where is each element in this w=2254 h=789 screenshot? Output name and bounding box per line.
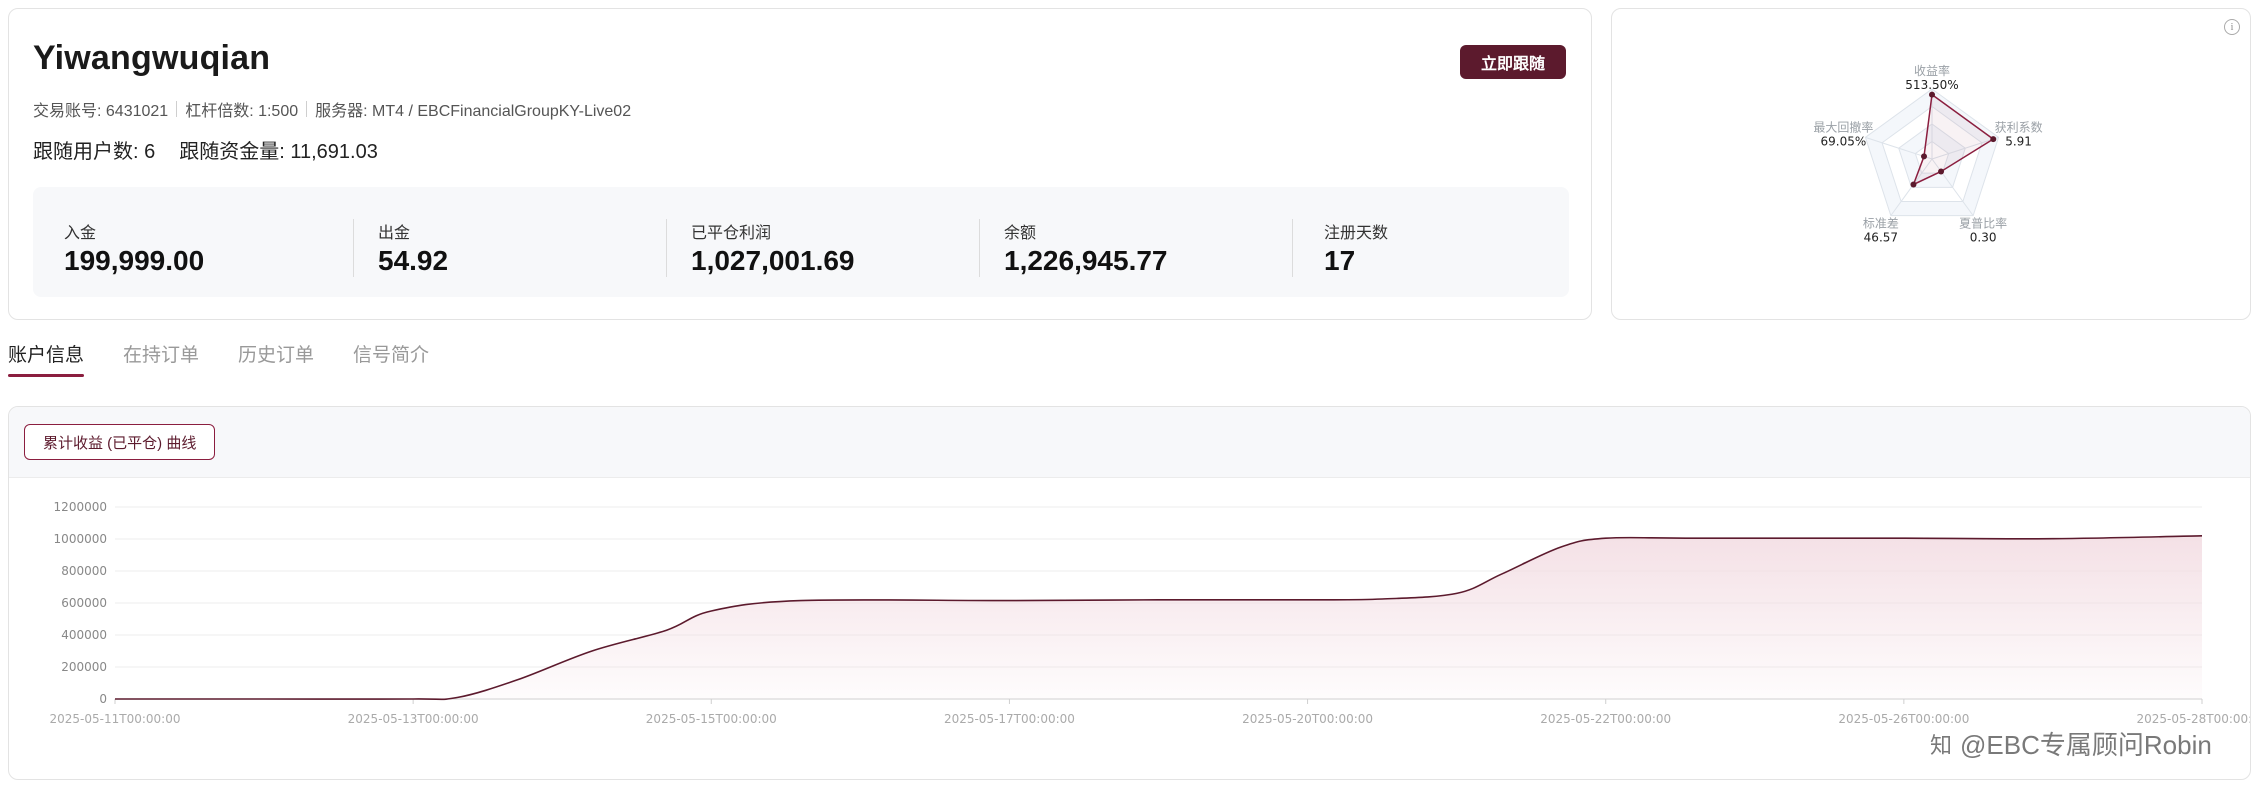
follower-count: 跟随用户数: 6 xyxy=(33,141,156,163)
radar-point xyxy=(1938,168,1945,175)
stat-value: 1,027,001.69 xyxy=(691,245,855,276)
zhihu-icon: 知 xyxy=(1930,732,1953,758)
radar-point xyxy=(1929,91,1935,98)
radar-chart: 收益率513.50% 获利系数5.91 夏普比率0.30 标准差46.57 最大回撤率6… xyxy=(1813,63,2043,245)
watermark: 知 @EBC专属顾问Robin xyxy=(1930,725,2212,762)
tab-open-orders[interactable]: 在持订单 xyxy=(123,340,199,377)
radar-point xyxy=(1921,153,1928,160)
radar-axis-label: 获利系数 xyxy=(1995,119,2043,134)
watermark-text: @EBC专属顾问Robin xyxy=(1960,730,2212,760)
account-name: Yiwangwuqian xyxy=(33,39,271,77)
radar-axis-value: 46.57 xyxy=(1864,231,1898,245)
x-tick-label: 2025-05-11T00:00:00 xyxy=(50,712,181,726)
profit-curve-card: 累计收益 (已平仓) 曲线 0 200000 400000 600000 800000 1… xyxy=(8,406,2251,780)
y-tick-label: 1200000 xyxy=(54,500,107,514)
info-icon[interactable]: i xyxy=(2224,19,2240,35)
tab-account-info[interactable]: 账户信息 xyxy=(8,340,85,377)
divider xyxy=(666,219,667,277)
radar-axis-label: 最大回撤率 xyxy=(1813,119,1873,134)
divider xyxy=(1292,219,1293,277)
radar-axis-value: 0.30 xyxy=(1970,231,1997,245)
divider xyxy=(353,219,354,277)
radar-axis-label: 收益率 xyxy=(1914,63,1950,78)
stat-label: 注册天数 xyxy=(1324,225,1389,242)
follow-funds: 跟随资金量: 11,691.03 xyxy=(179,141,378,163)
stat-label: 出金 xyxy=(378,225,411,242)
y-tick-label: 0 xyxy=(99,692,107,706)
y-tick-label: 400000 xyxy=(61,628,107,642)
radar-axis-value: 5.91 xyxy=(2005,134,2032,148)
account-meta: 交易账号: 6431021 杠杆倍数: 1:500 服务器: MT4 / EBC… xyxy=(33,97,631,121)
radar-axis-label: 夏普比率 xyxy=(1959,216,2007,231)
follow-summary: 跟随用户数: 6 跟随资金量: 11,691.03 xyxy=(33,135,378,164)
y-tick-label: 800000 xyxy=(61,564,107,578)
y-tick-label: 600000 xyxy=(61,596,107,610)
tab-history-orders[interactable]: 历史订单 xyxy=(238,340,314,377)
divider xyxy=(176,101,178,117)
stat-label: 已平仓利润 xyxy=(691,225,772,242)
x-tick-label: 2025-05-20T00:00:00 xyxy=(1242,712,1373,726)
divider xyxy=(979,219,980,277)
radar-axis-label: 标准差 xyxy=(1863,217,1899,231)
profit-curve-chart: 0 200000 400000 600000 800000 1000000 1200000 2… xyxy=(50,500,2251,726)
radar-point xyxy=(1910,181,1917,188)
tab-bar: 账户信息 在持订单 历史订单 信号简介 xyxy=(8,340,429,377)
x-tick-label: 2025-05-13T00:00:00 xyxy=(348,712,479,726)
stat-label: 入金 xyxy=(64,225,97,242)
radar-card: i 收益率 513.50% 获利系数 5.91 夏普比率 0.30 标准差 46.57 最大回撤… xyxy=(1611,8,2251,320)
profit-area-fill xyxy=(115,535,2202,700)
y-tick-label: 200000 xyxy=(61,660,107,674)
server: 服务器: MT4 / EBCFinancialGroupKY-Live02 xyxy=(315,103,632,120)
tab-signal-intro[interactable]: 信号简介 xyxy=(353,340,429,377)
stat-value: 199,999.00 xyxy=(64,245,205,276)
x-tick-label: 2025-05-17T00:00:00 xyxy=(944,712,1075,726)
stat-value: 17 xyxy=(1324,245,1356,276)
x-tick-label: 2025-05-15T00:00:00 xyxy=(646,712,777,726)
y-tick-label: 1000000 xyxy=(54,532,107,546)
stats-panel: 入金 199,999.00 出金 54.92 已平仓利润 1,027,001.6… xyxy=(33,187,1569,297)
radar-axis-value: 69.05% xyxy=(1821,134,1867,148)
stat-value: 1,226,945.77 xyxy=(1004,245,1168,276)
divider xyxy=(306,101,308,117)
stat-label: 余额 xyxy=(1004,225,1037,242)
trade-account-number: 交易账号: 6431021 xyxy=(33,103,169,120)
stat-value: 54.92 xyxy=(378,245,449,276)
x-tick-label: 2025-05-22T00:00:00 xyxy=(1540,712,1671,726)
x-tick-label: 2025-05-28T00:00:00 xyxy=(2137,712,2251,726)
x-tick-label: 2025-05-26T00:00:00 xyxy=(1838,712,1969,726)
leverage: 杠杆倍数: 1:500 xyxy=(185,103,299,120)
account-info-card: Yiwangwuqian 立即跟随 交易账号: 6431021 杠杆倍数: 1:… xyxy=(8,8,1592,320)
radar-point xyxy=(1990,136,1997,143)
follow-now-button[interactable]: 立即跟随 xyxy=(1460,45,1566,79)
radar-axis-value: 513.50% xyxy=(1905,78,1958,92)
